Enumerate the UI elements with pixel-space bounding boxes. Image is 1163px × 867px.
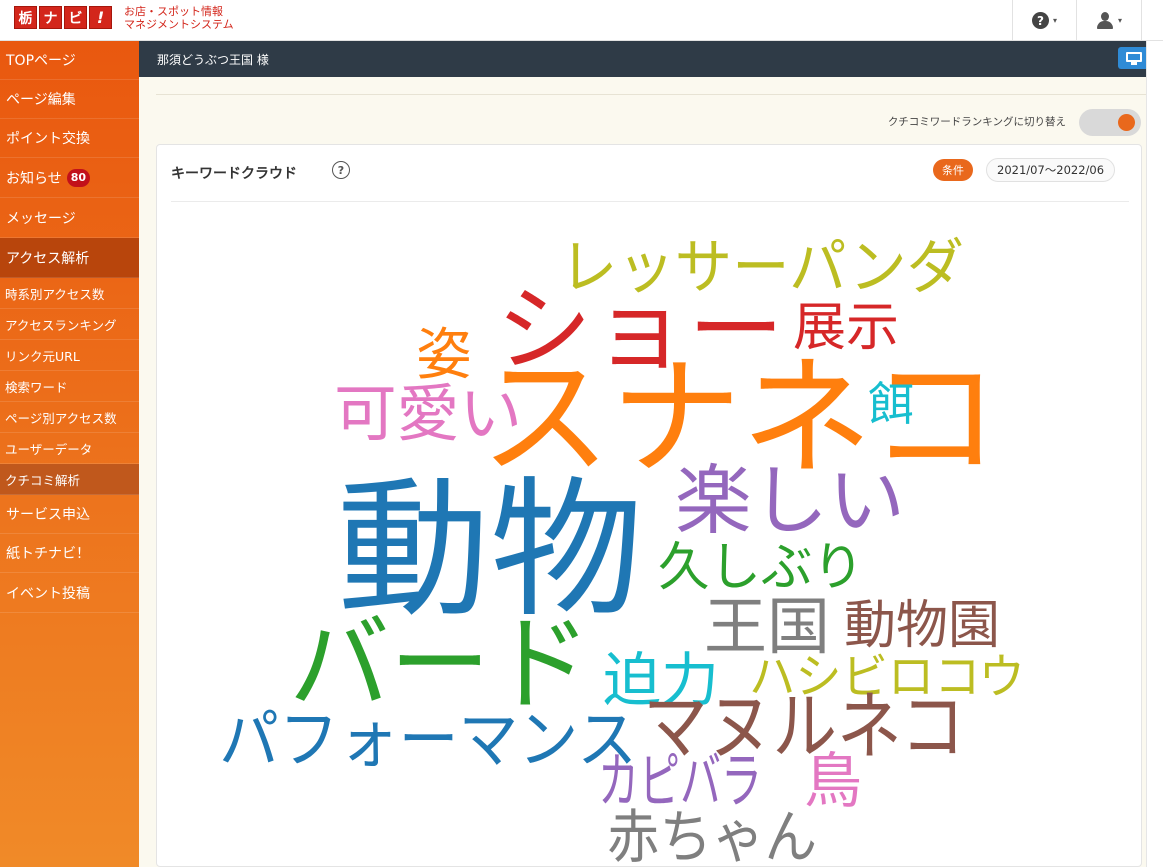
card-title: キーワードクラウド — [171, 166, 297, 182]
caret-down-icon: ▾ — [1117, 16, 1122, 25]
sidebar-subitem-access-ranking[interactable]: アクセスランキング — [0, 309, 139, 340]
ranking-toggle-switch[interactable] — [1079, 109, 1141, 136]
account-name: 那須どうぶつ王国 様 — [157, 52, 269, 67]
logo-char: 栃 — [14, 6, 37, 29]
toggle-knob — [1118, 114, 1135, 131]
content-top-strip — [156, 77, 1146, 95]
sidebar-item-label: お知らせ — [6, 170, 62, 187]
ranking-toggle-label: クチコミワードランキングに切り替え — [887, 116, 1066, 128]
logo[interactable]: 栃 ナ ビ ! — [14, 6, 112, 29]
user-icon — [1096, 12, 1114, 29]
logo-tagline-line1: お店・スポット情報 — [124, 5, 223, 18]
sidebar-item-label: メッセージ — [6, 210, 76, 227]
monitor-icon — [1126, 51, 1142, 65]
logo-char: ナ — [39, 6, 62, 29]
sidebar-item-label: ページ別アクセス数 — [5, 410, 117, 426]
user-menu-button[interactable]: ▾ — [1076, 0, 1142, 41]
sidebar-item-event-post[interactable]: イベント投稿 — [0, 573, 139, 613]
notification-badge: 80 — [66, 168, 91, 187]
logo-tagline: お店・スポット情報 マネジメントシステム — [124, 5, 234, 31]
sidebar-item-label: リンク元URL — [5, 348, 80, 364]
sidebar-item-label: 時系別アクセス数 — [5, 286, 105, 302]
sidebar-subitem-review-analysis[interactable]: クチコミ解析 — [0, 464, 139, 495]
sidebar-item-label: 紙トチナビ！ — [6, 546, 90, 562]
period-range[interactable]: 2021/07〜2022/06 — [986, 158, 1116, 182]
keyword-cloud-card: キーワードクラウド ? 条件 2021/07〜2022/06 — [156, 144, 1142, 867]
sidebar-item-label: アクセス解析 — [6, 250, 90, 267]
caret-down-icon: ▾ — [1052, 16, 1057, 25]
sidebar-subitem-page-access[interactable]: ページ別アクセス数 — [0, 402, 139, 433]
help-icon: ? — [1031, 12, 1049, 29]
logo-tagline-line2: マネジメントシステム — [124, 18, 234, 31]
sidebar-item-access-analysis[interactable]: アクセス解析 — [0, 238, 139, 278]
sidebar-item-label: サービス申込 — [6, 507, 90, 523]
sidebar-item-news[interactable]: お知らせ 80 — [0, 158, 139, 198]
sidebar-item-label: ポイント交換 — [6, 131, 90, 147]
sidebar-item-page-edit[interactable]: ページ編集 — [0, 80, 139, 119]
scroll-gutter — [1146, 41, 1163, 867]
sidebar-subitem-user-data[interactable]: ユーザーデータ — [0, 433, 139, 464]
sidebar-subitem-referrer-url[interactable]: リンク元URL — [0, 340, 139, 371]
help-icon[interactable]: ? — [332, 161, 350, 179]
sidebar-item-paper-tochinavi[interactable]: 紙トチナビ！ — [0, 534, 139, 573]
account-bar: 那須どうぶつ王国 様 — [139, 41, 1146, 77]
sidebar: TOPページ ページ編集 ポイント交換 お知らせ 80 メッセージ アクセス解析 … — [0, 41, 139, 867]
logo-char: ビ — [64, 6, 87, 29]
sidebar-item-messages[interactable]: メッセージ — [0, 198, 139, 238]
sidebar-item-label: アクセスランキング — [5, 317, 117, 333]
sidebar-item-label: TOPページ — [6, 53, 76, 69]
sidebar-item-points[interactable]: ポイント交換 — [0, 119, 139, 158]
card-divider — [171, 201, 1129, 202]
logo-char: ! — [89, 6, 112, 29]
sidebar-item-label: ページ編集 — [6, 92, 76, 108]
condition-button[interactable]: 条件 — [933, 159, 973, 181]
sidebar-item-label: クチコミ解析 — [5, 472, 81, 488]
sidebar-item-label: ユーザーデータ — [5, 441, 93, 457]
sidebar-item-label: イベント投稿 — [6, 585, 90, 602]
top-header: 栃 ナ ビ ! お店・スポット情報 マネジメントシステム ? ▾ ▾ — [0, 0, 1163, 41]
sidebar-subitem-search-words[interactable]: 検索ワード — [0, 371, 139, 402]
sidebar-item-top[interactable]: TOPページ — [0, 41, 139, 80]
ranking-toggle-row: クチコミワードランキングに切り替え — [139, 105, 1146, 139]
sidebar-item-service-apply[interactable]: サービス申込 — [0, 495, 139, 534]
sidebar-item-label: 検索ワード — [5, 379, 68, 395]
sidebar-subitem-hourly-access[interactable]: 時系別アクセス数 — [0, 278, 139, 309]
help-menu-button[interactable]: ? ▾ — [1012, 0, 1076, 41]
